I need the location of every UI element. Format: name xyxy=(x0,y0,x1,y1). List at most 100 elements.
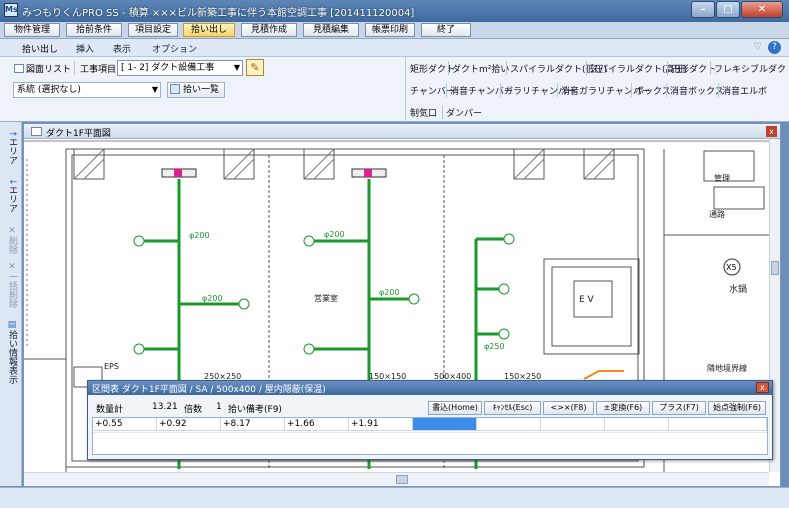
heart-icon[interactable]: ♡ xyxy=(751,41,764,54)
delete-button[interactable]: ✕削除 xyxy=(3,226,19,254)
grid-cell[interactable]: +0.55 xyxy=(93,418,157,431)
grid-cell[interactable]: +1.91 xyxy=(349,418,413,431)
delete-label: 削除 xyxy=(7,236,17,254)
horizontal-scroll-thumb[interactable] xyxy=(396,475,408,484)
menu-exit[interactable]: 終了 xyxy=(421,23,471,37)
room-label-office: 営業室 xyxy=(314,293,338,303)
arrow-down-icon: ↓ xyxy=(7,178,17,186)
area-up-label: エリア xyxy=(7,137,17,165)
maximize-button[interactable]: □ xyxy=(716,1,740,18)
force-start-button[interactable]: 始点強制(F6) xyxy=(708,401,766,415)
vertical-toolbar: ↑エリア ↓エリア ✕削除 ✕一括削除 ▤拾い情報表示 xyxy=(0,122,22,486)
management-label: 管理 xyxy=(714,173,730,183)
orange-marker xyxy=(583,370,624,380)
window-title: みつもりくんPRO SS - 積算 ×××ビル新築工事に伴う本館空調工事 [20… xyxy=(22,8,415,19)
drawing-list-button[interactable]: 図面リスト xyxy=(14,62,71,75)
grid-cell[interactable] xyxy=(541,418,605,431)
bulk-delete-label: 一括削除 xyxy=(7,272,17,308)
grid-cell[interactable] xyxy=(669,418,767,431)
app-logo-icon: Ms xyxy=(4,3,18,17)
area-down-label: エリア xyxy=(7,185,17,213)
tab-pickup[interactable]: 拾い出し xyxy=(22,42,58,55)
work-item-label: 工事項目 xyxy=(80,65,117,75)
delete-icon: ✕ xyxy=(7,226,17,236)
bulk-delete-icon: ✕ xyxy=(7,262,17,272)
pencil-edit-icon[interactable]: ✎ xyxy=(246,59,264,76)
section-table-title: 区間表 ダクト1F平面図 / SA / 500x400 / 屋内隠蔽(保温) xyxy=(92,385,326,395)
duct-area-button[interactable]: ダクトm²拾い xyxy=(452,62,509,75)
qty-total-value: 13.21 xyxy=(152,402,178,412)
write-button[interactable]: 書込(Home) xyxy=(428,401,482,415)
drawing-close-icon[interactable]: x xyxy=(766,126,777,137)
flow-label-4: φ200 xyxy=(379,288,400,297)
work-item-value: [ 1- 2] ダクト設備工事 xyxy=(121,63,215,73)
grid-cell[interactable] xyxy=(605,418,669,431)
section-table-panel: 区間表 ダクト1F平面図 / SA / 500x400 / 屋内隠蔽(保温) x… xyxy=(87,380,773,460)
air-outlet-button[interactable]: 制気口 xyxy=(410,106,437,119)
info-icon: ▤ xyxy=(7,320,17,330)
bulk-delete-button[interactable]: ✕一括削除 xyxy=(3,262,19,308)
grid-cell[interactable]: +0.92 xyxy=(157,418,221,431)
area-up-button[interactable]: ↑エリア xyxy=(3,130,19,165)
tab-insert[interactable]: 挿入 xyxy=(76,42,94,55)
cancel-button[interactable]: ｷｬﾝｾﾙ(Esc) xyxy=(484,401,541,415)
menu-estimate-create[interactable]: 見積作成 xyxy=(241,23,297,37)
minimize-button[interactable]: – xyxy=(691,1,715,18)
grid-cell[interactable]: +8.17 xyxy=(221,418,285,431)
close-window-button[interactable]: ✕ xyxy=(741,1,783,18)
menu-estimate-edit[interactable]: 見積編集 xyxy=(303,23,359,37)
chevron-down-icon: ▼ xyxy=(151,85,158,94)
ev-label: E V xyxy=(579,295,595,305)
section-table-header: 区間表 ダクト1F平面図 / SA / 500x400 / 屋内隠蔽(保温) x xyxy=(88,381,772,395)
section-grid: +0.55 +0.92 +8.17 +1.66 +1.91 xyxy=(92,417,768,455)
pickup-info-button[interactable]: ▤拾い情報表示 xyxy=(3,320,19,384)
menu-property-management[interactable]: 物件管理 xyxy=(4,23,60,37)
water-label: 水鍋 xyxy=(729,283,747,295)
status-bar xyxy=(0,487,789,508)
list-icon xyxy=(170,84,180,94)
damper-button[interactable]: ダンパー xyxy=(446,106,482,119)
plus-button[interactable]: プラス(F7) xyxy=(652,401,706,415)
drawing-list-icon xyxy=(14,64,24,73)
grid-cell[interactable]: +1.66 xyxy=(285,418,349,431)
tab-options[interactable]: オプション xyxy=(152,42,197,55)
chamber-button[interactable]: チャンバー xyxy=(410,84,455,97)
vertical-scroll-thumb[interactable] xyxy=(771,261,779,275)
system-select[interactable]: 系統 (選択なし) ▼ xyxy=(13,82,161,98)
pickup-list-label: 拾い一覧 xyxy=(183,85,220,95)
pickup-memo-label: 拾い備考(F9) xyxy=(228,405,282,415)
ratio-label: 倍数 xyxy=(184,405,203,415)
menu-item-settings[interactable]: 項目設定 xyxy=(128,23,178,37)
pickup-list-button[interactable]: 拾い一覧 xyxy=(167,82,225,98)
flow-label-2: φ200 xyxy=(202,294,223,303)
horizontal-scrollbar[interactable] xyxy=(24,472,769,486)
system-value: 系統 (選択なし) xyxy=(17,85,81,95)
drawing-list-label: 図面リスト xyxy=(26,65,72,75)
swap-button[interactable]: <>×(F8) xyxy=(543,401,594,415)
ratio-value: 1 xyxy=(216,402,222,412)
silencer-box-button[interactable]: 消音ボックス xyxy=(670,84,724,97)
ac-units xyxy=(161,168,387,178)
help-icon[interactable]: ? xyxy=(768,41,781,54)
work-item-select[interactable]: [ 1- 2] ダクト設備工事 ▼ xyxy=(117,60,243,76)
menu-pre-conditions[interactable]: 拾前条件 xyxy=(66,23,122,37)
menu-print[interactable]: 帳票印刷 xyxy=(365,23,415,37)
flow-label-3: φ200 xyxy=(324,230,345,239)
drawing-title: ダクト1F平面図 xyxy=(46,129,111,139)
ribbon-panel: 図面リスト 工事項目 [ 1- 2] ダクト設備工事 ▼ ✎ 系統 (選択なし) ▼… xyxy=(0,57,789,122)
drawing-header: ダクト1F平面図 x xyxy=(24,124,780,139)
section-table-close-icon[interactable]: x xyxy=(756,382,769,393)
sign-convert-button[interactable]: ±変換(F6) xyxy=(596,401,650,415)
title-bar: Ms みつもりくんPRO SS - 積算 ×××ビル新築工事に伴う本館空調工事 … xyxy=(0,0,789,22)
ribbon-tab-row: 拾い出し 挿入 表示 オプション ♡ ? xyxy=(0,39,789,57)
area-down-button[interactable]: ↓エリア xyxy=(3,178,19,213)
eps-label: EPS xyxy=(104,362,119,371)
silencer-elbow-button[interactable]: 消音エルボ xyxy=(722,84,767,97)
menu-pickup[interactable]: 拾い出し xyxy=(183,23,235,37)
tab-view[interactable]: 表示 xyxy=(113,42,131,55)
drawing-icon xyxy=(31,127,42,136)
grid-cell-selected[interactable] xyxy=(413,418,477,431)
passage-label: 通路 xyxy=(709,209,725,219)
grid-cell[interactable] xyxy=(477,418,541,431)
flexible-duct-button[interactable]: フレキシブルダクト xyxy=(714,62,789,75)
